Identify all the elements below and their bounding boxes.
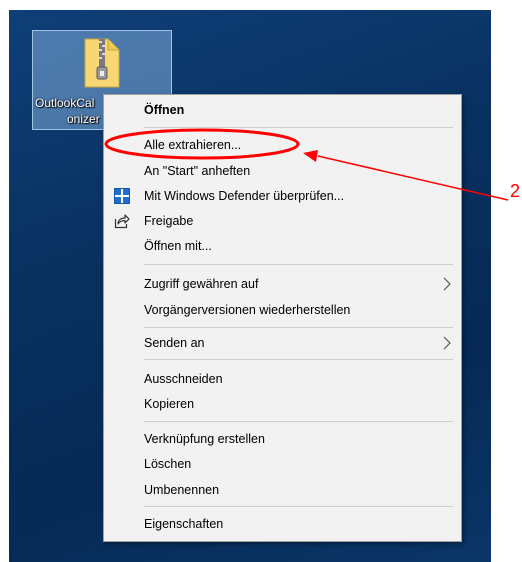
windows-defender-icon [114,188,130,204]
menu-separator [144,359,453,360]
menu-item-oeffnen-mit[interactable]: Öffnen mit... [104,234,461,258]
menu-item-oeffnen[interactable]: Öffnen [104,98,461,122]
menu-separator [144,421,453,422]
context-menu: Öffnen Alle extrahieren... An "Start" an… [103,94,462,542]
menu-item-umbenennen[interactable]: Umbenennen [104,478,461,502]
menu-item-eigenschaften[interactable]: Eigenschaften [104,512,461,536]
menu-separator [144,127,453,128]
menu-item-label: An "Start" anheften [144,164,251,178]
menu-item-windows-defender[interactable]: Mit Windows Defender überprüfen... [104,184,461,208]
menu-item-label: Alle extrahieren... [144,138,242,152]
submenu-arrow-icon [443,336,451,350]
menu-item-label: Mit Windows Defender überprüfen... [144,189,345,203]
menu-item-label: Ausschneiden [144,372,223,386]
menu-item-vorgaengerversionen[interactable]: Vorgängerversionen wiederherstellen [104,298,461,322]
submenu-arrow-icon [443,277,451,291]
zip-folder-icon [84,38,120,88]
menu-item-label: Eigenschaften [144,517,224,531]
menu-item-ausschneiden[interactable]: Ausschneiden [104,367,461,391]
menu-item-freigabe[interactable]: Freigabe [104,209,461,233]
menu-item-zugriff-gewaehren[interactable]: Zugriff gewähren auf [104,272,461,296]
menu-item-an-start-anheften[interactable]: An "Start" anheften [104,159,461,183]
menu-item-label: Vorgängerversionen wiederherstellen [144,303,351,317]
menu-item-loeschen[interactable]: Löschen [104,452,461,476]
menu-item-label: Senden an [144,336,205,350]
menu-separator [144,327,453,328]
menu-item-label: Umbenennen [144,483,220,497]
menu-item-label: Verknüpfung erstellen [144,432,265,446]
menu-item-label: Löschen [144,457,192,471]
menu-item-alle-extrahieren[interactable]: Alle extrahieren... [104,133,461,157]
menu-item-kopieren[interactable]: Kopieren [104,392,461,416]
menu-item-label: Zugriff gewähren auf [144,277,259,291]
menu-item-label: Öffnen mit... [144,239,212,253]
menu-separator [144,264,453,265]
menu-item-senden-an[interactable]: Senden an [104,331,461,355]
menu-item-label: Kopieren [144,397,195,411]
menu-item-verknuepfung-erstellen[interactable]: Verknüpfung erstellen [104,427,461,451]
step-number-label: 2 [510,181,521,201]
share-icon [114,214,130,229]
menu-item-label: Öffnen [144,103,185,117]
menu-separator [144,506,453,507]
menu-item-label: Freigabe [144,214,194,228]
